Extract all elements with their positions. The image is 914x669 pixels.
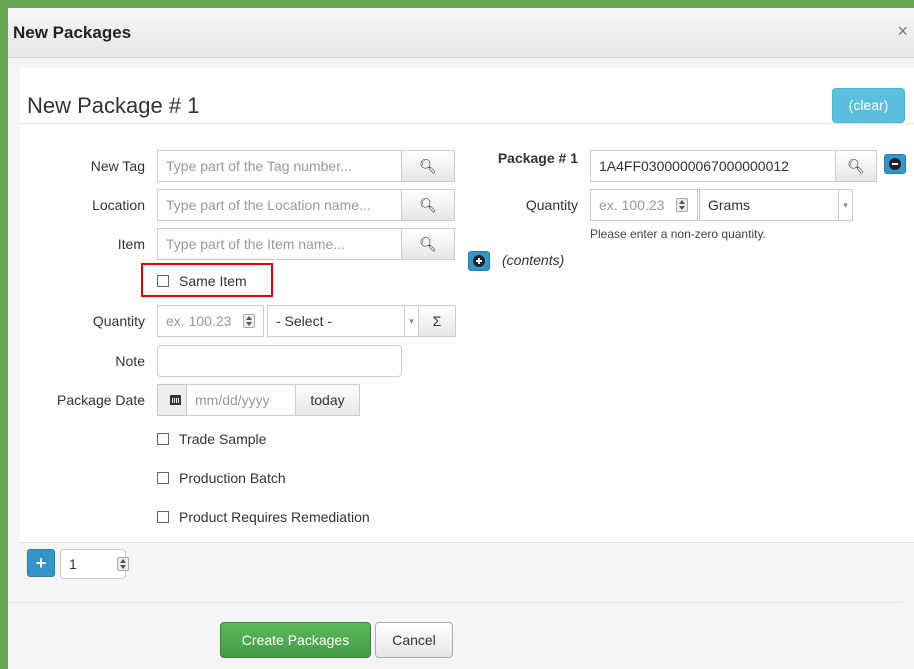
search-icon: 🔍︎ [419, 158, 437, 174]
plus-circle-icon [473, 255, 485, 267]
package-count-value: 1 [69, 556, 77, 572]
sigma-icon: Σ [432, 313, 442, 329]
close-button[interactable]: × [897, 21, 908, 42]
search-icon: 🔍︎ [847, 158, 865, 174]
add-contents-button[interactable] [468, 251, 490, 271]
location-search-button[interactable]: 🔍︎ [401, 189, 455, 221]
package-search-button[interactable]: 🔍︎ [835, 150, 877, 182]
package-quantity-label: Quantity [525, 197, 578, 213]
contents-label: (contents) [502, 252, 565, 268]
production-batch-checkbox[interactable] [157, 472, 169, 484]
trade-sample-label: Trade Sample [179, 431, 267, 447]
quantity-spinner[interactable] [243, 314, 255, 328]
modal-header: New Packages × [8, 8, 914, 58]
trade-sample-checkbox[interactable] [157, 433, 169, 445]
same-item-label: Same Item [179, 273, 247, 289]
modal-title: New Packages [13, 23, 132, 42]
sum-button[interactable]: Σ [418, 305, 456, 337]
location-label: Location [92, 197, 145, 213]
cancel-button[interactable]: Cancel [375, 622, 453, 658]
item-label: Item [117, 236, 145, 252]
search-icon: 🔍︎ [419, 197, 437, 213]
package-panel: New Package # 1 (clear) New Tag Type par… [20, 68, 914, 588]
chevron-down-icon: ▾ [404, 306, 418, 336]
new-tag-input[interactable]: Type part of the Tag number... [157, 150, 402, 182]
package-tag-input[interactable]: 1A4FF0300000067000000012 [590, 150, 836, 182]
new-packages-modal: New Packages × New Package # 1 (clear) N… [8, 8, 914, 669]
quantity-help-text: Please enter a non-zero quantity. [590, 227, 766, 241]
quantity-placeholder: ex. 100.23 [166, 313, 232, 329]
plus-icon: + [35, 553, 47, 573]
quantity-label: Quantity [92, 313, 145, 329]
package-number-label: Package # 1 [497, 150, 578, 166]
panel-title: New Package # 1 [27, 93, 200, 118]
unit-select[interactable]: - Select - ▾ [267, 305, 419, 337]
note-input[interactable] [157, 345, 402, 377]
package-unit-value: Grams [708, 197, 750, 213]
chevron-down-icon: ▾ [838, 190, 852, 220]
minus-circle-icon [889, 158, 901, 170]
note-label: Note [115, 353, 145, 369]
package-quantity-placeholder: ex. 100.23 [599, 197, 665, 213]
today-button[interactable]: today [295, 384, 360, 416]
calendar-button[interactable] [157, 384, 187, 416]
add-package-button[interactable]: + [27, 549, 55, 577]
product-requires-remediation-label: Product Requires Remediation [179, 509, 370, 525]
new-tag-label: New Tag [90, 158, 145, 174]
calendar-icon [170, 395, 181, 405]
clear-button[interactable]: (clear) [832, 88, 905, 123]
location-input[interactable]: Type part of the Location name... [157, 189, 402, 221]
same-item-checkbox[interactable] [157, 275, 169, 287]
unit-select-value: - Select - [276, 313, 333, 329]
remove-package-button[interactable] [884, 154, 906, 174]
item-search-button[interactable]: 🔍︎ [401, 228, 455, 260]
item-input[interactable]: Type part of the Item name... [157, 228, 402, 260]
new-tag-search-button[interactable]: 🔍︎ [401, 150, 455, 182]
footer-divider [8, 602, 902, 603]
package-date-input[interactable]: mm/dd/yyyy [186, 384, 296, 416]
package-unit-select[interactable]: Grams ▾ [699, 189, 853, 221]
create-packages-button[interactable]: Create Packages [220, 622, 371, 658]
package-date-label: Package Date [57, 392, 145, 408]
package-count-spinner[interactable] [117, 557, 129, 571]
package-quantity-spinner[interactable] [676, 198, 688, 212]
product-requires-remediation-checkbox[interactable] [157, 511, 169, 523]
production-batch-label: Production Batch [179, 470, 286, 486]
search-icon: 🔍︎ [419, 236, 437, 252]
add-package-bar [20, 542, 914, 588]
divider [20, 123, 914, 124]
